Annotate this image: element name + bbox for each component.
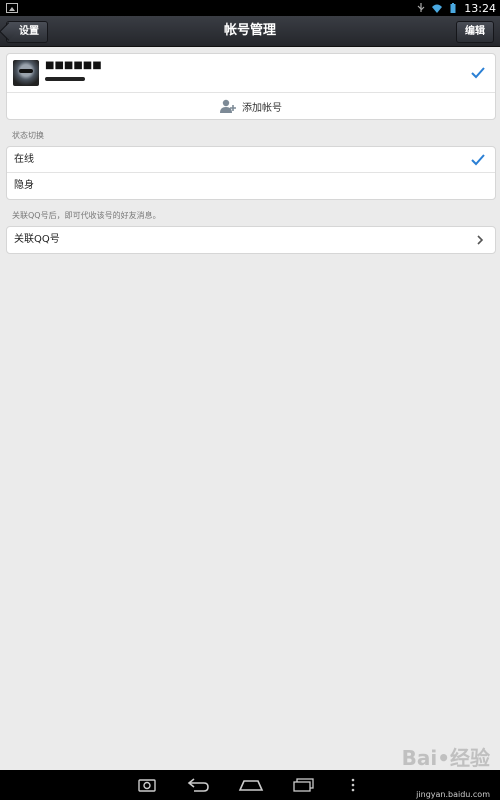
- recent-apps-button[interactable]: [289, 776, 319, 794]
- battery-icon: [450, 3, 456, 13]
- status-option-online[interactable]: 在线: [7, 147, 495, 173]
- page-title: 帐号管理: [223, 23, 276, 38]
- home-nav-button[interactable]: [236, 776, 266, 794]
- wifi-icon: [432, 4, 443, 13]
- account-card: ■■■■■■ 添加帐号: [6, 53, 496, 120]
- add-user-icon: [220, 99, 236, 113]
- link-qq-label: 关联QQ号: [14, 234, 60, 245]
- status-card: 在线 隐身: [6, 146, 496, 200]
- account-row[interactable]: ■■■■■■: [7, 54, 495, 93]
- add-account-label: 添加帐号: [242, 102, 282, 114]
- edit-button[interactable]: 编辑: [456, 21, 494, 43]
- status-option-label: 隐身: [14, 180, 34, 191]
- back-nav-button[interactable]: [183, 776, 213, 794]
- avatar: [13, 60, 39, 86]
- usb-icon: [417, 3, 425, 12]
- link-qq-card: 关联QQ号: [6, 226, 496, 254]
- link-qq-hint: 关联QQ号后，即可代收该号的好友消息。: [12, 211, 161, 220]
- screenshot-button[interactable]: [135, 776, 159, 794]
- status-option-label: 在线: [14, 154, 34, 165]
- overflow-menu-icon: [351, 778, 355, 792]
- account-name: ■■■■■■: [45, 60, 102, 71]
- image-notification-icon: [6, 3, 18, 13]
- check-icon: [471, 153, 485, 165]
- link-qq-row[interactable]: 关联QQ号: [7, 227, 495, 253]
- back-button-label: 设置: [19, 26, 39, 37]
- account-id-redacted: [45, 77, 85, 81]
- navigation-bar: jingyan.baidu.com: [0, 770, 500, 800]
- check-icon: [471, 67, 485, 79]
- home-icon: [238, 780, 264, 791]
- chevron-right-icon: [477, 235, 484, 245]
- status-icons: 13:24: [416, 0, 496, 16]
- back-arrow-icon: [187, 778, 209, 792]
- camera-icon: [138, 779, 156, 792]
- watermark-brand: Bai•经验: [401, 746, 490, 770]
- status-option-invisible[interactable]: 隐身: [7, 173, 495, 199]
- recent-apps-icon: [293, 778, 314, 792]
- back-button[interactable]: 设置: [6, 21, 48, 43]
- status-section-label: 状态切换: [12, 131, 44, 140]
- clock: 13:24: [464, 1, 496, 15]
- watermark-url: jingyan.baidu.com: [416, 790, 490, 799]
- add-account-row[interactable]: 添加帐号: [7, 93, 495, 119]
- title-bar: 帐号管理 设置 编辑: [0, 16, 500, 47]
- watermark-logo: Bai•经验: [402, 742, 490, 771]
- menu-button[interactable]: [346, 776, 360, 794]
- status-bar: 13:24: [0, 0, 500, 16]
